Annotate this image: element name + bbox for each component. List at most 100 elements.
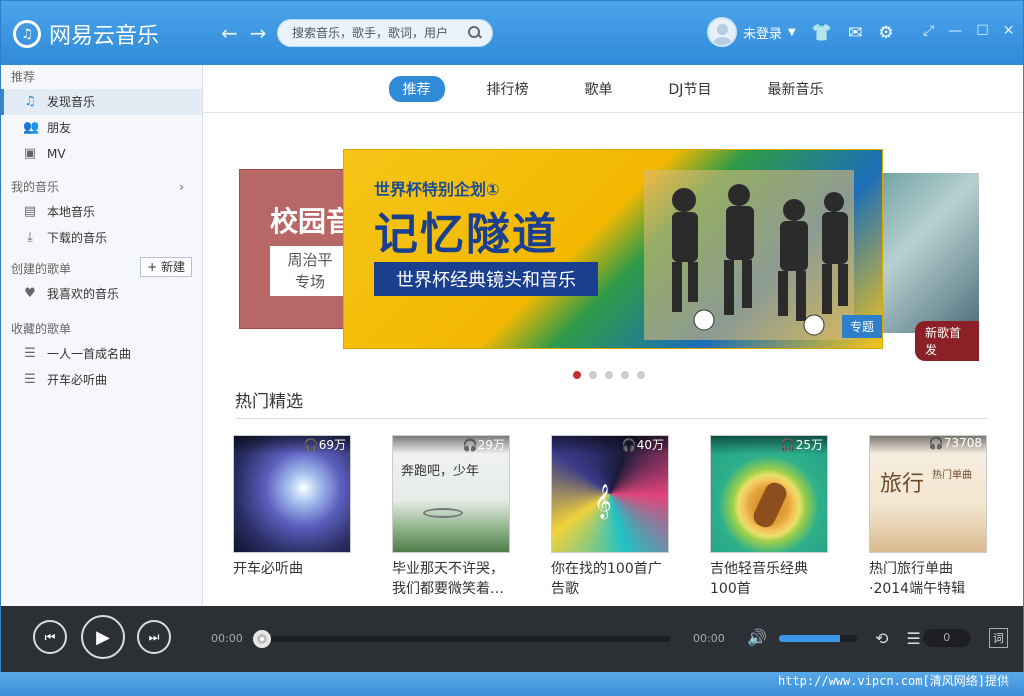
new-playlist-button[interactable]: + 新建: [140, 257, 192, 277]
playlist-title[interactable]: 吉他轻音乐经典100首: [710, 559, 828, 599]
playlist-cover[interactable]: 🎧69万: [233, 435, 351, 553]
banner-strip: 世界杯经典镜头和音乐: [374, 262, 598, 296]
section-title: 我的音乐: [11, 180, 60, 194]
cover-handwriting: 奔跑吧，少年: [401, 464, 480, 479]
search-input[interactable]: [292, 26, 468, 40]
window-controls: ⤢ — ☐ ✕: [923, 23, 1015, 39]
carousel-dot[interactable]: [589, 371, 597, 379]
play-count: 🎧29万: [393, 436, 509, 454]
gear-icon[interactable]: ⚙: [878, 23, 893, 43]
tab-charts[interactable]: 排行榜: [473, 76, 543, 102]
sidebar-item-liked[interactable]: ♥ 我喜欢的音乐: [1, 281, 202, 307]
carousel-dot[interactable]: [605, 371, 613, 379]
tab-playlists[interactable]: 歌单: [571, 76, 627, 102]
playlist-card[interactable]: 🎧73708 旅行 热门单曲 热门旅行单曲·2014端午特辑: [869, 435, 987, 599]
playlist-icon: ☰: [24, 346, 36, 361]
title-icons: 👕 ✉ ⚙: [811, 23, 894, 43]
chevron-down-icon[interactable]: ▼: [788, 27, 796, 38]
tab-new-music[interactable]: 最新音乐: [753, 76, 837, 102]
title-bar: ♫ 网易云音乐 ← → 未登录 ▼ 👕 ✉ ⚙ ⤢ — ☐ ✕: [1, 1, 1023, 65]
search-icon[interactable]: [468, 26, 482, 40]
sidebar-item-playlist-1[interactable]: ☰ 一人一首成名曲: [1, 341, 202, 367]
playlist-title[interactable]: 毕业那天不许哭，我们都要微笑着…: [392, 559, 510, 599]
playlist-title[interactable]: 你在找的100首广告歌: [551, 559, 669, 599]
banner-prev-slide[interactable]: 校园音 周治平 专场: [239, 169, 347, 329]
forward-arrow-icon[interactable]: →: [250, 21, 267, 45]
skin-shirt-icon[interactable]: 👕: [811, 23, 832, 43]
download-icon: ⤓: [27, 230, 33, 245]
sidebar-section-created: 创建的歌单 + 新建: [1, 257, 202, 281]
back-arrow-icon[interactable]: ←: [221, 21, 238, 45]
banner-title: 记忆隧道: [374, 209, 558, 260]
repeat-icon[interactable]: ⟲: [875, 629, 888, 648]
maximize-icon[interactable]: ☐: [976, 23, 989, 39]
banner-next-slide[interactable]: 新歌首发: [879, 173, 979, 361]
app-window: ♫ 网易云音乐 ← → 未登录 ▼ 👕 ✉ ⚙ ⤢ — ☐ ✕ 推荐 ♫: [0, 0, 1024, 696]
carousel-dot[interactable]: [621, 371, 629, 379]
sidebar-item-playlist-2[interactable]: ☰ 开车必听曲: [1, 367, 202, 393]
banner-current-slide[interactable]: 世界杯特别企划① 记忆隧道 世界杯经典镜头和音乐 专题: [343, 149, 883, 349]
heart-icon: ♥: [24, 286, 36, 301]
progress-bar[interactable]: [253, 630, 671, 648]
nav-arrows: ← →: [221, 21, 267, 45]
next-button[interactable]: ⏭: [137, 620, 171, 654]
sidebar-item-discover[interactable]: ♫ 发现音乐: [1, 89, 202, 115]
mini-mode-icon[interactable]: ⤢: [923, 23, 934, 39]
tab-dj[interactable]: DJ节目: [655, 76, 726, 102]
play-count-value: 73708: [943, 436, 982, 450]
sidebar-item-label: 一人一首成名曲: [47, 347, 132, 361]
playlist-title[interactable]: 开车必听曲: [233, 559, 351, 579]
playlist-count: 0: [922, 629, 971, 647]
banner-subtitle: 世界杯特别企划①: [374, 180, 500, 199]
volume-slider[interactable]: [779, 635, 857, 642]
avatar[interactable]: [707, 17, 737, 47]
playlist-title[interactable]: 热门旅行单曲·2014端午特辑: [869, 559, 987, 599]
carousel-dots: [573, 371, 645, 379]
sidebar-item-downloads[interactable]: ⤓ 下载的音乐: [1, 225, 202, 251]
login-status[interactable]: 未登录: [743, 23, 782, 42]
playlist-card[interactable]: 🎧40万 𝄞 你在找的100首广告歌: [551, 435, 669, 599]
playlist-icon[interactable]: ☰: [906, 629, 920, 648]
play-button[interactable]: ▶: [81, 615, 125, 659]
playlist-cover[interactable]: 🎧40万 𝄞: [551, 435, 669, 553]
lyrics-icon[interactable]: 词: [988, 628, 1008, 648]
playlist-card[interactable]: 🎧29万 奔跑吧，少年 毕业那天不许哭，我们都要微笑着…: [392, 435, 510, 599]
playlist-cover[interactable]: 🎧25万: [710, 435, 828, 553]
sidebar-item-local-music[interactable]: ▤ 本地音乐: [1, 199, 202, 225]
playlist-card[interactable]: 🎧25万 吉他轻音乐经典100首: [710, 435, 828, 599]
mail-icon[interactable]: ✉: [848, 23, 862, 43]
banner-prev-line1: 周治平: [287, 251, 333, 269]
netease-logo-icon: ♫: [13, 20, 41, 48]
banner-prev-title: 校园音: [270, 205, 347, 238]
minimize-icon[interactable]: —: [948, 23, 962, 39]
carousel-dot[interactable]: [573, 371, 581, 379]
music-note-icon: ♫: [24, 94, 36, 109]
sidebar-section-my-music[interactable]: 我的音乐 ›: [1, 175, 202, 199]
user-area[interactable]: 未登录 ▼: [707, 17, 796, 47]
playlist-cover[interactable]: 🎧29万 奔跑吧，少年: [392, 435, 510, 553]
close-icon[interactable]: ✕: [1003, 23, 1015, 39]
banner-prev-line2: 专场: [294, 273, 325, 291]
playlist-cover[interactable]: 🎧73708 旅行 热门单曲: [869, 435, 987, 553]
playlist-card[interactable]: 🎧69万 开车必听曲: [233, 435, 351, 599]
sidebar-item-label: MV: [47, 147, 66, 161]
watermark: http://www.vipcn.com[清风网络]提供: [778, 674, 1009, 688]
headphones-icon: 🎧: [621, 438, 637, 452]
app-logo[interactable]: ♫ 网易云音乐: [13, 18, 159, 50]
guitar-icon: [750, 479, 790, 531]
current-time: 00:00: [211, 632, 243, 645]
search-box: [277, 19, 493, 47]
sidebar-item-mv[interactable]: ▣ MV: [1, 141, 202, 167]
football-players-image: [644, 170, 854, 340]
play-count-value: 25万: [795, 438, 823, 452]
section-title: 创建的歌单: [11, 262, 72, 276]
carousel-dot[interactable]: [637, 371, 645, 379]
sidebar-item-friends[interactable]: 👥 朋友: [1, 115, 202, 141]
tab-recommend[interactable]: 推荐: [388, 75, 445, 102]
volume-icon[interactable]: 🔊: [747, 628, 767, 647]
playlist-icon: ☰: [24, 372, 36, 387]
previous-button[interactable]: ⏮: [33, 620, 67, 654]
progress-thumb[interactable]: [253, 630, 271, 648]
headphones-icon: 🎧: [303, 438, 319, 452]
chevron-right-icon[interactable]: ›: [179, 175, 184, 199]
